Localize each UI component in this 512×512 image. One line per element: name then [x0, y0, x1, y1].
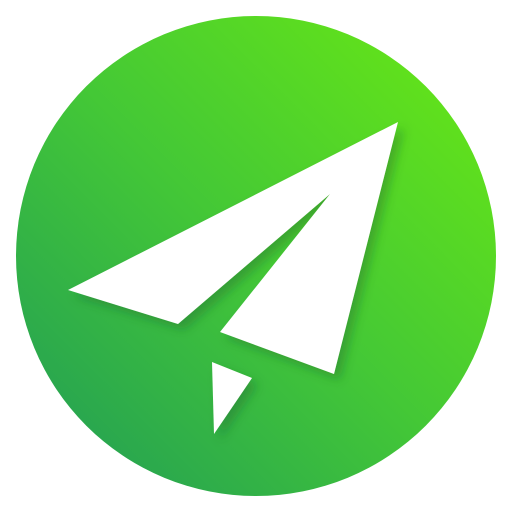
- app-icon[interactable]: [0, 0, 512, 512]
- app-icon-graphic: [16, 16, 496, 496]
